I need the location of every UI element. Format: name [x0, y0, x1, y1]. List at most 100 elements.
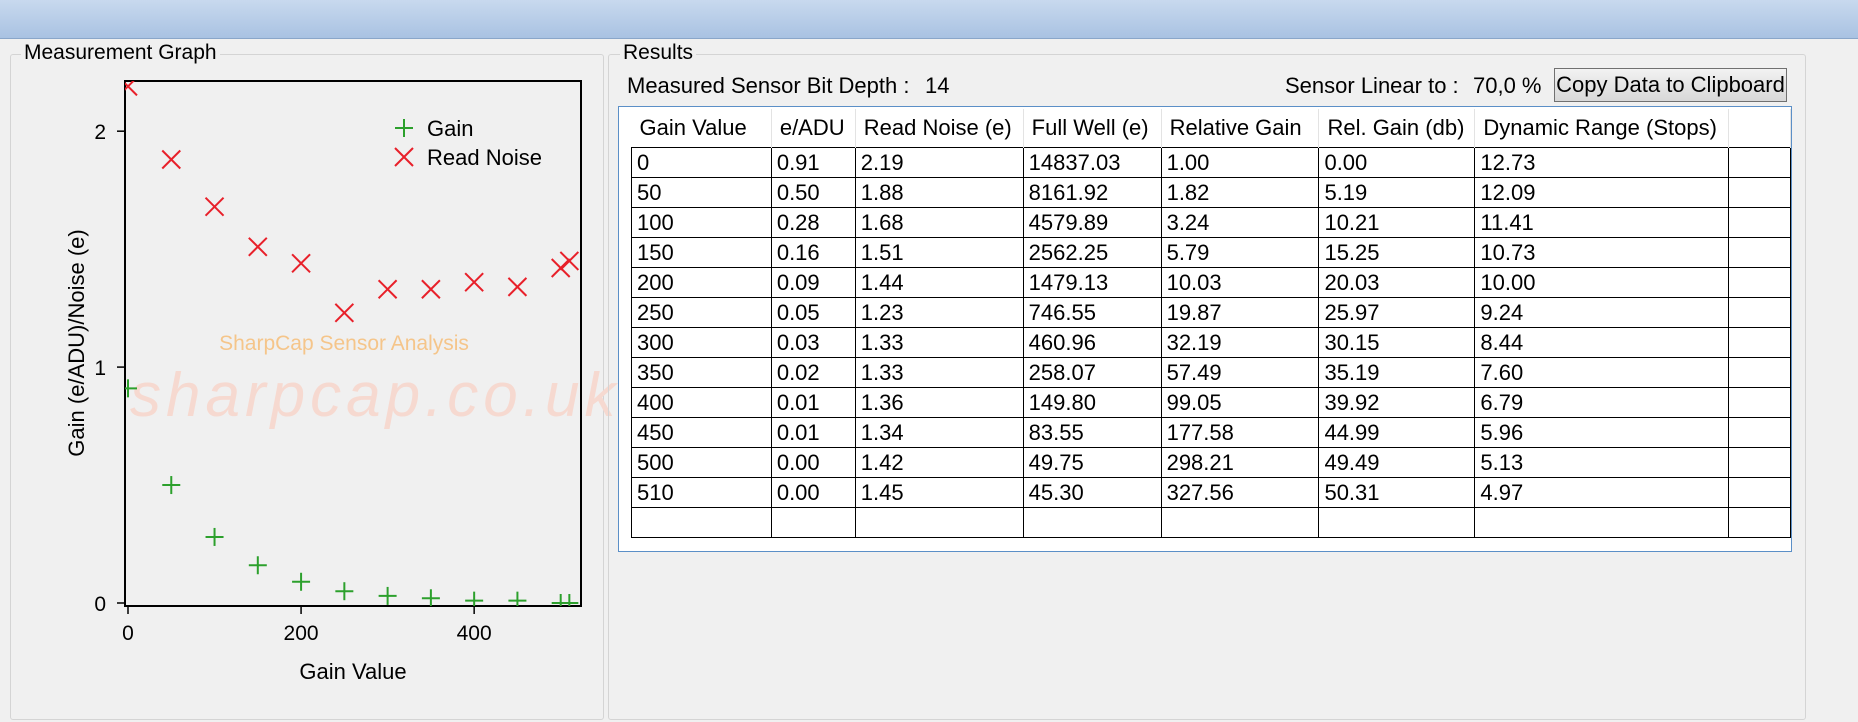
table-cell[interactable]: 1.34 [854, 417, 1024, 448]
column-header[interactable] [1728, 109, 1791, 148]
table-cell[interactable]: 460.96 [1022, 327, 1162, 358]
table-cell[interactable]: 1.45 [854, 477, 1024, 508]
table-cell[interactable]: 0.01 [770, 387, 856, 418]
column-header[interactable]: Full Well (e) [1023, 109, 1162, 148]
table-row[interactable]: 200 0.09 1.44 1479.13 10.03 20.03 10.00 [631, 267, 1791, 298]
table-cell[interactable]: 49.49 [1318, 447, 1476, 478]
table-cell[interactable]: 450 [631, 417, 772, 448]
table-cell[interactable]: 177.58 [1160, 417, 1320, 448]
table-cell[interactable]: 200 [631, 267, 772, 298]
table-row[interactable]: 100 0.28 1.68 4579.89 3.24 10.21 11.41 [631, 207, 1791, 238]
table-cell[interactable]: 49.75 [1022, 447, 1162, 478]
table-row[interactable]: 250 0.05 1.23 746.55 19.87 25.97 9.24 [631, 297, 1791, 328]
table-cell[interactable]: 250 [631, 297, 772, 328]
table-cell[interactable]: 258.07 [1022, 357, 1162, 388]
table-cell[interactable] [1728, 177, 1791, 208]
table-row[interactable]: 300 0.03 1.33 460.96 32.19 30.15 8.44 [631, 327, 1791, 358]
table-cell[interactable]: 35.19 [1318, 357, 1476, 388]
table-cell[interactable]: 11.41 [1474, 207, 1730, 238]
table-cell[interactable] [1728, 237, 1791, 268]
table-cell[interactable]: 25.97 [1318, 297, 1476, 328]
table-cell[interactable]: 4.97 [1474, 477, 1730, 508]
table-cell[interactable]: 0.28 [770, 207, 856, 238]
table-cell[interactable]: 500 [631, 447, 772, 478]
table-row[interactable]: 500 0.00 1.42 49.75 298.21 49.49 5.13 [631, 447, 1791, 478]
table-cell[interactable] [1728, 477, 1791, 508]
column-header[interactable]: Dynamic Range (Stops) [1474, 109, 1730, 148]
table-row[interactable] [631, 507, 1791, 538]
table-cell[interactable]: 1.00 [1160, 147, 1320, 178]
table-cell[interactable]: 0.00 [1318, 147, 1476, 178]
column-header[interactable]: Relative Gain [1161, 109, 1320, 148]
table-cell[interactable]: 350 [631, 357, 772, 388]
table-cell[interactable]: 1.51 [854, 237, 1024, 268]
table-cell[interactable]: 7.60 [1474, 357, 1730, 388]
table-cell[interactable]: 5.79 [1160, 237, 1320, 268]
table-cell[interactable]: 8.44 [1474, 327, 1730, 358]
table-cell[interactable]: 510 [631, 477, 772, 508]
table-cell[interactable]: 20.03 [1318, 267, 1476, 298]
table-cell[interactable] [1728, 357, 1791, 388]
table-cell[interactable]: 12.73 [1474, 147, 1730, 178]
table-cell[interactable] [1728, 207, 1791, 238]
table-cell[interactable]: 1.36 [854, 387, 1024, 418]
table-cell[interactable]: 5.96 [1474, 417, 1730, 448]
table-cell[interactable]: 9.24 [1474, 297, 1730, 328]
table-cell[interactable]: 149.80 [1022, 387, 1162, 418]
table-cell[interactable]: 100 [631, 207, 772, 238]
table-row[interactable]: 400 0.01 1.36 149.80 99.05 39.92 6.79 [631, 387, 1791, 418]
results-grid[interactable]: Gain Value e/ADU Read Noise (e) Full Well (… [618, 106, 1792, 552]
table-cell[interactable]: 0.00 [770, 477, 856, 508]
table-cell[interactable]: 1.82 [1160, 177, 1320, 208]
table-cell[interactable]: 15.25 [1318, 237, 1476, 268]
table-cell[interactable]: 1.42 [854, 447, 1024, 478]
table-cell[interactable]: 0.91 [770, 147, 856, 178]
table-cell[interactable] [1160, 507, 1320, 538]
table-cell[interactable]: 0.02 [770, 357, 856, 388]
table-cell[interactable] [1318, 507, 1476, 538]
column-header[interactable]: e/ADU [771, 109, 856, 148]
table-cell[interactable]: 0.01 [770, 417, 856, 448]
copy-data-to-clipboard-button[interactable]: Copy Data to Clipboard [1554, 68, 1787, 102]
table-row[interactable]: 450 0.01 1.34 83.55 177.58 44.99 5.96 [631, 417, 1791, 448]
table-row[interactable]: 510 0.00 1.45 45.30 327.56 50.31 4.97 [631, 477, 1791, 508]
table-cell[interactable]: 3.24 [1160, 207, 1320, 238]
table-cell[interactable] [1728, 267, 1791, 298]
table-cell[interactable]: 19.87 [1160, 297, 1320, 328]
table-cell[interactable]: 0.16 [770, 237, 856, 268]
table-cell[interactable]: 50 [631, 177, 772, 208]
table-cell[interactable]: 0.00 [770, 447, 856, 478]
table-cell[interactable] [1728, 327, 1791, 358]
table-cell[interactable]: 0.09 [770, 267, 856, 298]
table-cell[interactable] [1728, 507, 1791, 538]
table-cell[interactable]: 5.13 [1474, 447, 1730, 478]
table-cell[interactable]: 1.33 [854, 357, 1024, 388]
table-cell[interactable]: 2.19 [854, 147, 1024, 178]
table-cell[interactable] [631, 507, 772, 538]
table-cell[interactable]: 14837.03 [1022, 147, 1162, 178]
table-cell[interactable]: 1.68 [854, 207, 1024, 238]
table-cell[interactable]: 4579.89 [1022, 207, 1162, 238]
table-row[interactable]: 150 0.16 1.51 2562.25 5.79 15.25 10.73 [631, 237, 1791, 268]
table-cell[interactable]: 10.00 [1474, 267, 1730, 298]
table-cell[interactable]: 1.33 [854, 327, 1024, 358]
table-cell[interactable]: 1.44 [854, 267, 1024, 298]
table-cell[interactable]: 44.99 [1318, 417, 1476, 448]
column-header[interactable]: Gain Value [631, 109, 772, 148]
table-cell[interactable]: 0.05 [770, 297, 856, 328]
table-cell[interactable] [770, 507, 856, 538]
table-cell[interactable] [1728, 447, 1791, 478]
table-cell[interactable]: 39.92 [1318, 387, 1476, 418]
table-cell[interactable]: 10.03 [1160, 267, 1320, 298]
table-cell[interactable]: 50.31 [1318, 477, 1476, 508]
table-cell[interactable]: 298.21 [1160, 447, 1320, 478]
table-row[interactable]: 0 0.91 2.19 14837.03 1.00 0.00 12.73 [631, 147, 1791, 178]
table-cell[interactable]: 57.49 [1160, 357, 1320, 388]
table-cell[interactable]: 746.55 [1022, 297, 1162, 328]
table-cell[interactable]: 10.21 [1318, 207, 1476, 238]
table-cell[interactable] [1022, 507, 1162, 538]
table-row[interactable]: 350 0.02 1.33 258.07 57.49 35.19 7.60 [631, 357, 1791, 388]
table-cell[interactable] [1728, 297, 1791, 328]
table-cell[interactable]: 0.50 [770, 177, 856, 208]
column-header[interactable]: Read Noise (e) [855, 109, 1024, 148]
